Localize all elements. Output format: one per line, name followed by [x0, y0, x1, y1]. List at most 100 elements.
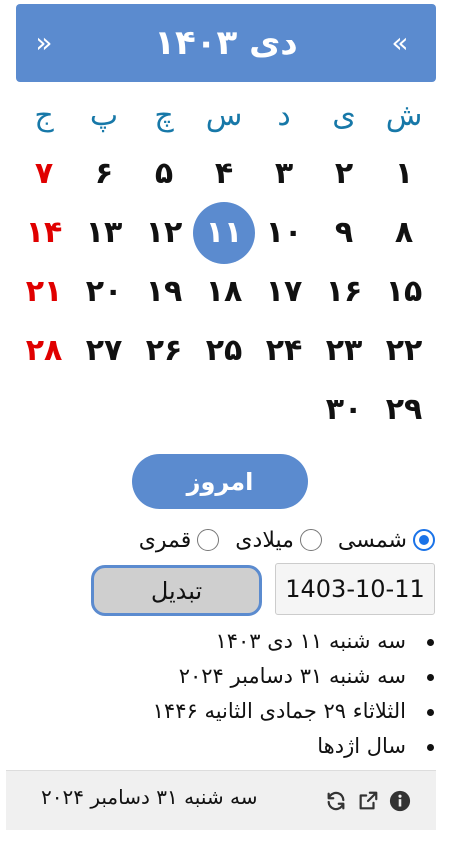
day-cell[interactable]: ۲۹: [374, 380, 434, 439]
radio-button[interactable]: [197, 529, 220, 551]
result-item: سال اژدها: [150, 729, 440, 764]
week-row: ۲۲ ۲۳ ۲۴ ۲۵ ۲۶ ۲۷ ۲۸: [14, 321, 434, 380]
day-cell[interactable]: ۶: [74, 144, 134, 203]
prev-month-button[interactable]: »: [24, 4, 64, 82]
day-number: ۵: [154, 156, 174, 191]
day-cell[interactable]: ۲۰: [74, 262, 134, 321]
weekday-label: ی: [332, 97, 356, 133]
footer-date: سه شنبه ۳۱ دسامبر ۲۰۲۴: [41, 785, 258, 809]
day-cell[interactable]: ۲: [314, 144, 374, 203]
footer-icons: [324, 789, 412, 813]
day-cell[interactable]: ۱۳: [74, 203, 134, 262]
day-cell[interactable]: ۷: [14, 144, 74, 203]
weekday-label: س: [205, 97, 243, 133]
week-row: ۱ ۲ ۳ ۴ ۵ ۶ ۷: [14, 144, 434, 203]
day-number: ۳۰: [325, 392, 363, 427]
day-cell[interactable]: ۱۰: [254, 203, 314, 262]
day-number: ۶: [94, 156, 114, 191]
day-cell[interactable]: ۱۹: [134, 262, 194, 321]
result-item: سه شنبه ۳۱ دسامبر ۲۰۲۴: [150, 659, 440, 694]
empty-cell: [254, 380, 314, 439]
day-cell[interactable]: ۹: [314, 203, 374, 262]
day-cell[interactable]: ۸: [374, 203, 434, 262]
day-cell[interactable]: ۱۴: [14, 203, 74, 262]
day-cell[interactable]: ۱۷: [254, 262, 314, 321]
day-cell[interactable]: ۲۷: [74, 321, 134, 380]
day-cell[interactable]: ۲۸: [14, 321, 74, 380]
radio-label: شمسی: [337, 527, 407, 553]
day-number: ۲۳: [325, 333, 363, 368]
empty-cell: [74, 380, 134, 439]
calendar-type-selector: شمسی میلادی قمری: [80, 522, 435, 558]
day-number: ۲۴: [265, 333, 303, 368]
day-cell[interactable]: ۲۲: [374, 321, 434, 380]
weekday-label: ش: [385, 97, 423, 133]
weekday-row: ش ی د س چ پ ج: [14, 86, 434, 144]
day-cell[interactable]: ۲۴: [254, 321, 314, 380]
empty-cell: [14, 380, 74, 439]
day-number: ۱۲: [145, 215, 183, 250]
day-number: ۲۷: [85, 333, 123, 368]
day-cell[interactable]: ۱۶: [314, 262, 374, 321]
next-month-button[interactable]: «: [380, 4, 420, 82]
day-number: ۲۰: [85, 274, 123, 309]
day-cell[interactable]: ۲۶: [134, 321, 194, 380]
day-number: ۲۹: [385, 392, 423, 427]
day-number: ۱۵: [385, 274, 423, 309]
day-number: ۲۸: [25, 333, 63, 368]
day-cell[interactable]: ۱۵: [374, 262, 434, 321]
weekday-label: پ: [89, 97, 119, 133]
day-number: ۱۷: [265, 274, 303, 309]
day-cell[interactable]: ۲۵: [194, 321, 254, 380]
day-number: ۴: [214, 156, 234, 191]
radio-button[interactable]: [413, 529, 435, 551]
radio-button[interactable]: [299, 529, 322, 551]
day-number: ۱۱: [205, 215, 243, 250]
week-row: ۱۵ ۱۶ ۱۷ ۱۸ ۱۹ ۲۰ ۲۱: [14, 262, 434, 321]
calendar-grid: ش ی د س چ پ ج ۱ ۲ ۳ ۴ ۵ ۶ ۷ ۸ ۹ ۱۰ ۱۱ ۱۲ ۱۳ ۱۴ ۱۵ ۱۶ ۱۷ ۱…: [14, 86, 434, 439]
day-cell[interactable]: ۲۱: [14, 262, 74, 321]
day-cell[interactable]: ۱: [374, 144, 434, 203]
external-link-icon[interactable]: [356, 789, 380, 813]
weekday-label: چ: [154, 97, 174, 133]
empty-cell: [134, 380, 194, 439]
day-number: ۱۰: [265, 215, 303, 250]
month-title: دی ۱۴۰۳: [154, 23, 298, 63]
day-number: ۱۹: [145, 274, 183, 309]
empty-cell: [194, 380, 254, 439]
day-number: ۳: [274, 156, 294, 191]
refresh-icon[interactable]: [324, 789, 348, 813]
weekday-label: د: [277, 97, 291, 133]
day-cell[interactable]: ۳۰: [314, 380, 374, 439]
day-number: ۲۶: [145, 333, 183, 368]
day-number: ۲: [334, 156, 354, 191]
day-cell[interactable]: ۵: [134, 144, 194, 203]
day-cell[interactable]: ۲۳: [314, 321, 374, 380]
day-number: ۲۲: [385, 333, 423, 368]
radio-shamsi[interactable]: شمسی: [338, 528, 435, 553]
day-cell[interactable]: ۱۱: [193, 202, 255, 264]
weekday-label: ج: [34, 97, 54, 133]
day-number: ۱۶: [325, 274, 363, 309]
radio-label: قمری: [138, 527, 192, 553]
day-number: ۲۵: [205, 333, 243, 368]
day-number: ۱۳: [85, 215, 123, 250]
day-number: ۷: [34, 156, 54, 191]
info-icon[interactable]: [388, 789, 412, 813]
radio-ghamari[interactable]: قمری: [139, 528, 220, 553]
day-cell[interactable]: ۱۸: [194, 262, 254, 321]
radio-miladi[interactable]: میلادی: [235, 528, 322, 553]
date-input[interactable]: 1403-10-11: [275, 563, 435, 615]
day-cell[interactable]: ۴: [194, 144, 254, 203]
day-number: ۲۱: [25, 274, 63, 309]
day-cell[interactable]: ۳: [254, 144, 314, 203]
today-button[interactable]: امروز: [132, 454, 308, 509]
day-number: ۱۴: [25, 215, 63, 250]
week-row: ۸ ۹ ۱۰ ۱۱ ۱۲ ۱۳ ۱۴: [14, 202, 434, 264]
day-cell[interactable]: ۱۲: [134, 203, 194, 262]
week-row: ۲۹ ۳۰: [14, 380, 434, 439]
result-item: الثلاثاء ۲۹ جمادی الثانیه ۱۴۴۶: [150, 694, 440, 729]
calendar-header: « دی ۱۴۰۳ »: [16, 4, 436, 82]
convert-button[interactable]: تبدیل: [91, 565, 262, 616]
day-number: ۱: [394, 156, 414, 191]
